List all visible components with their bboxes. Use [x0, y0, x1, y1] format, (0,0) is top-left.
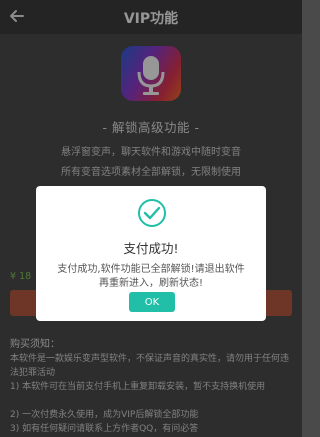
dialog-message: 支付成功,软件功能已全部解锁!请退出软件再重新进入，刷新状态! — [57, 264, 245, 289]
payment-success-dialog: 支付成功! 支付成功,软件功能已全部解锁!请退出软件再重新进入，刷新状态! OK — [36, 186, 266, 321]
ok-button[interactable]: OK — [129, 292, 175, 312]
check-icon — [138, 199, 166, 227]
dialog-title: 支付成功! — [123, 241, 179, 256]
